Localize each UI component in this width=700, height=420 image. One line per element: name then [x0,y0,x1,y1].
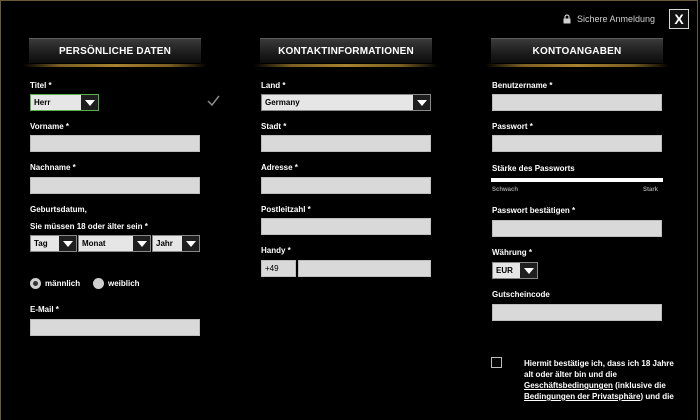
mobile-label: Handy * [261,246,291,255]
mobile-number-input[interactable] [298,260,431,277]
terms-text-part: ) und die [640,392,674,401]
email-label: E-Mail * [30,305,59,314]
chevron-down-icon [520,263,537,278]
password-label: Passwort * [492,122,533,131]
country-label: Land * [261,81,286,90]
password-confirm-label: Passwort bestätigen * [492,206,576,215]
password-strength-weak: Schwach [492,187,519,193]
birth-day-select[interactable]: Tag [30,235,77,252]
gender-female-radio[interactable]: weiblich [93,278,140,289]
city-label: Stadt * [261,122,287,131]
close-button[interactable]: X [669,9,689,29]
secure-login-indicator: Sichere Anmeldung [562,14,655,24]
chevron-down-icon [133,236,150,251]
birth-month-select[interactable]: Monat [78,235,151,252]
mobile-prefix-value: +49 [265,264,279,273]
privacy-terms-link[interactable]: Bedingungen der Privatsphäre [524,392,640,401]
terms-text-part: Hiermit bestätige ich, dass ich 18 Jahre… [524,359,674,379]
username-input[interactable] [492,94,662,111]
currency-label: Währung * [492,248,532,257]
zip-input[interactable] [261,218,431,235]
currency-select[interactable]: EUR [492,262,538,279]
lastname-label: Nachname * [30,163,76,172]
birthdate-label: Geburtsdatum, [30,205,87,214]
city-input[interactable] [261,135,431,152]
title-select-value: Herr [34,98,51,107]
address-label: Adresse * [261,163,298,172]
chevron-down-icon [81,95,98,110]
gender-male-radio[interactable]: männlich [30,278,80,289]
chevron-down-icon [182,236,199,251]
birth-month-value: Monat [82,239,106,248]
lock-icon [563,14,571,24]
checkmark-icon [207,95,220,107]
gender-female-label: weiblich [108,279,140,288]
title-select[interactable]: Herr [30,94,99,111]
personal-data-column: PERSÖNLICHE DATEN [23,38,207,67]
firstname-input[interactable] [30,135,200,152]
radio-selected-icon [30,278,41,289]
contact-column: KONTAKTINFORMATIONEN [254,38,438,67]
mobile-prefix-input[interactable]: +49 [261,260,296,277]
terms-text: Hiermit bestätige ich, dass ich 18 Jahre… [524,358,674,402]
password-confirm-input[interactable] [492,220,662,237]
country-select-value: Germany [265,98,300,107]
lastname-input[interactable] [30,177,200,194]
birth-year-value: Jahr [156,239,173,248]
password-strength-strong: Stark [643,187,659,193]
terms-checkbox[interactable] [491,357,502,368]
password-strength-label: Stärke des Passworts [492,164,575,173]
firstname-label: Vorname * [30,122,69,131]
contact-header: KONTAKTINFORMATIONEN [254,38,438,67]
birth-year-select[interactable]: Jahr [152,235,200,252]
voucher-label: Gutscheincode [492,290,550,299]
password-input[interactable] [492,135,662,152]
birthdate-age-hint: Sie müssen 18 oder älter sein * [30,222,148,231]
close-icon: X [674,11,684,27]
country-select[interactable]: Germany [261,94,431,111]
terms-text-part: (inklusive die [612,381,666,390]
currency-select-value: EUR [496,266,513,275]
gender-male-label: männlich [45,279,81,288]
registration-dialog: Sichere Anmeldung X PERSÖNLICHE DATEN Ti… [0,0,698,420]
chevron-down-icon [413,95,430,110]
account-column: KONTOANGABEN [485,38,669,67]
zip-label: Postleitzahl * [261,205,311,214]
secure-login-text: Sichere Anmeldung [576,14,655,24]
birth-day-value: Tag [34,239,48,248]
voucher-input[interactable] [492,304,662,321]
password-strength-bar [491,178,663,182]
email-input[interactable] [30,319,200,336]
personal-data-header: PERSÖNLICHE DATEN [23,38,207,67]
username-label: Benutzername * [492,81,553,90]
terms-link[interactable]: Geschäftsbedingungen [524,381,613,390]
radio-unselected-icon [93,278,104,289]
address-input[interactable] [261,177,431,194]
title-label: Titel * [30,81,52,90]
account-header: KONTOANGABEN [485,38,669,67]
chevron-down-icon [59,236,76,251]
